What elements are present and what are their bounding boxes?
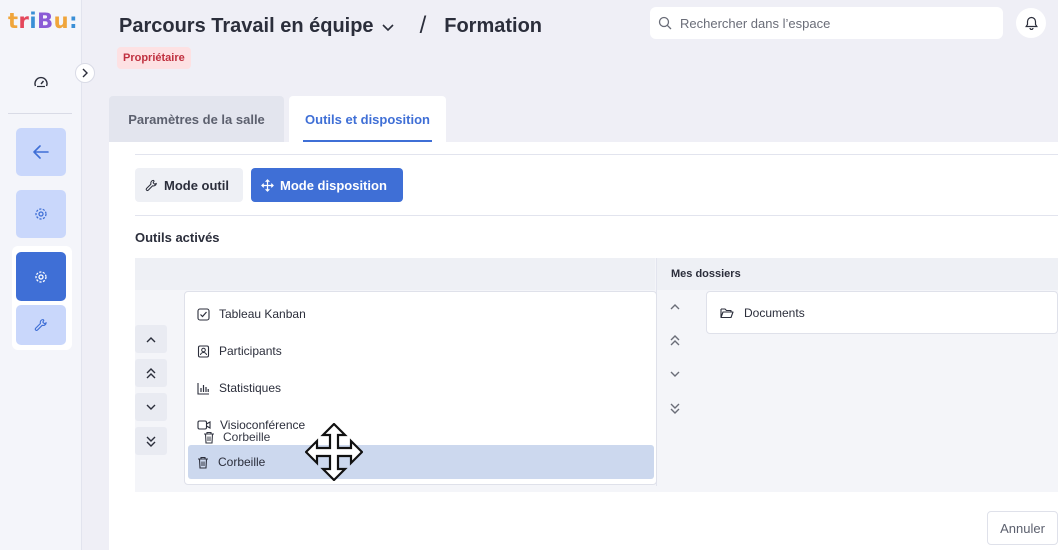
arrow-left-icon bbox=[33, 145, 49, 159]
double-chevron-up-icon bbox=[146, 367, 156, 378]
bell-icon bbox=[1024, 16, 1038, 30]
app-logo[interactable]: triBu: bbox=[8, 9, 78, 33]
back-button[interactable] bbox=[16, 128, 66, 176]
tools-button[interactable] bbox=[16, 305, 66, 345]
settings-button[interactable] bbox=[16, 190, 66, 238]
list-item-label: Tableau Kanban bbox=[219, 307, 306, 321]
list-item[interactable]: Statistiques bbox=[197, 374, 281, 402]
collapse-sidebar-button[interactable] bbox=[75, 63, 95, 83]
search-icon bbox=[658, 16, 672, 30]
dragging-item[interactable]: Corbeille bbox=[203, 430, 270, 444]
folder-item[interactable]: Documents bbox=[706, 291, 1058, 334]
role-badge: Propriétaire bbox=[117, 47, 191, 69]
checkbox-icon bbox=[197, 307, 210, 321]
trash-icon bbox=[204, 431, 214, 444]
tab-label: Paramètres de la salle bbox=[128, 111, 265, 127]
trash-icon bbox=[198, 456, 208, 469]
folders-column-header: Mes dossiers bbox=[657, 258, 1058, 290]
gear-icon bbox=[35, 208, 47, 220]
tool-mode-button[interactable]: Mode outil bbox=[135, 168, 243, 202]
search-bar[interactable] bbox=[650, 7, 1003, 39]
list-item[interactable]: Participants bbox=[197, 337, 282, 365]
chevron-up-icon bbox=[146, 336, 156, 342]
list-item-label: Participants bbox=[219, 344, 282, 358]
folder-label: Documents bbox=[744, 305, 805, 320]
folder-open-icon bbox=[720, 307, 734, 318]
tab-room-settings[interactable]: Paramètres de la salle bbox=[109, 96, 284, 142]
move-top-button[interactable] bbox=[135, 359, 167, 387]
dashboard-icon[interactable] bbox=[16, 58, 66, 106]
room-settings-button[interactable] bbox=[16, 252, 66, 301]
layout-mode-label: Mode disposition bbox=[280, 177, 387, 193]
double-chevron-down-icon bbox=[670, 403, 680, 414]
move-bottom-button[interactable] bbox=[135, 427, 167, 455]
drop-placeholder-label: Corbeille bbox=[218, 455, 266, 469]
folders-reorder-controls bbox=[659, 292, 691, 422]
chevron-up-icon bbox=[670, 303, 680, 309]
move-cursor-icon bbox=[304, 422, 364, 486]
tab-tools-layout[interactable]: Outils et disposition bbox=[289, 96, 446, 142]
double-chevron-down-icon bbox=[146, 436, 156, 447]
list-item[interactable]: Tableau Kanban bbox=[197, 300, 306, 328]
wrench-icon bbox=[145, 179, 157, 191]
divider bbox=[135, 215, 1058, 216]
notifications-button[interactable] bbox=[1016, 8, 1046, 38]
tab-label: Outils et disposition bbox=[305, 111, 430, 127]
contact-icon bbox=[197, 344, 210, 358]
chevron-right-icon bbox=[82, 68, 88, 78]
divider bbox=[135, 154, 1058, 155]
enabled-tools-list: Tableau Kanban Participants Statistiques… bbox=[184, 291, 657, 485]
wrench-icon bbox=[34, 318, 47, 331]
space-title[interactable]: Parcours Travail en équipe bbox=[119, 15, 374, 38]
enabled-tools-heading: Outils activés bbox=[135, 230, 220, 245]
move-bottom-button[interactable] bbox=[659, 394, 691, 422]
move-down-button[interactable] bbox=[135, 393, 167, 421]
tool-mode-label: Mode outil bbox=[164, 177, 229, 193]
bar-chart-icon bbox=[197, 382, 209, 395]
chevron-down-icon bbox=[146, 404, 156, 410]
tools-column-header bbox=[135, 258, 655, 290]
layout-mode-button[interactable]: Mode disposition bbox=[251, 168, 403, 202]
chevron-down-icon[interactable] bbox=[381, 15, 394, 38]
move-top-button[interactable] bbox=[659, 326, 691, 354]
move-up-button[interactable] bbox=[135, 325, 167, 353]
move-icon bbox=[261, 178, 274, 192]
drop-placeholder[interactable]: Corbeille bbox=[188, 445, 654, 479]
chevron-down-icon bbox=[670, 371, 680, 377]
section-title: Formation bbox=[444, 14, 543, 37]
double-chevron-up-icon bbox=[670, 334, 680, 345]
rail-divider bbox=[8, 113, 72, 114]
move-down-button[interactable] bbox=[659, 360, 691, 388]
tools-reorder-controls bbox=[135, 325, 167, 455]
page-title: Parcours Travail en équipe / Formation bbox=[119, 12, 542, 40]
title-separator: / bbox=[419, 12, 427, 39]
gear-icon bbox=[35, 270, 47, 283]
move-up-button[interactable] bbox=[659, 292, 691, 320]
list-item-label: Statistiques bbox=[219, 381, 282, 395]
dragging-item-label: Corbeille bbox=[223, 430, 271, 444]
search-input[interactable] bbox=[680, 15, 980, 31]
left-rail: triBu: bbox=[0, 0, 82, 550]
cancel-button[interactable]: Annuler bbox=[987, 511, 1058, 545]
